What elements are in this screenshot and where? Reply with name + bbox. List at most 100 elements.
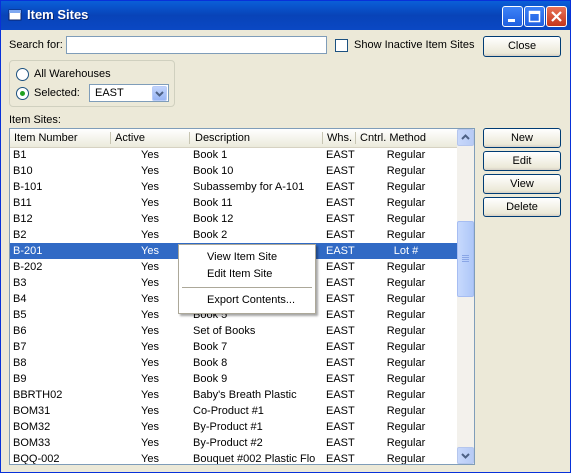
edit-button[interactable]: Edit [483,151,561,171]
maximize-button[interactable] [524,6,545,27]
cell-warehouse: EAST [326,229,355,241]
all-warehouses-label: All Warehouses [34,68,111,80]
cell-control-method: Regular [386,309,426,321]
context-menu-view-item-site[interactable]: View Item Site [179,249,315,266]
table-row[interactable]: B1 Yes Book 1 EAST Regular [10,147,457,163]
maximize-icon [528,10,541,23]
cell-item-number: BOM33 [13,437,51,449]
cell-description: Book 9 [193,373,228,385]
show-inactive-checkbox[interactable] [335,39,348,52]
warehouse-select[interactable]: EAST [89,84,169,102]
table-row[interactable]: B9 Yes Book 9 EAST Regular [10,371,457,387]
column-divider[interactable] [189,132,190,144]
table-row[interactable]: BBRTH02 Yes Baby's Breath Plastic EAST Regul… [10,387,457,403]
vertical-scrollbar[interactable] [457,129,474,464]
delete-button[interactable]: Delete [483,197,561,217]
table-row[interactable]: BOM31 Yes Co-Product #1 EAST Regular [10,403,457,419]
cell-item-number: BQQ-002 [13,453,60,465]
cell-description: Book 2 [193,229,228,241]
view-button[interactable]: View [483,174,561,194]
context-menu: View Item Site Edit Item Site Export Con… [178,244,316,314]
item-sites-label: Item Sites: [9,114,61,126]
dropdown-arrow-button[interactable] [152,86,167,101]
column-header-warehouse[interactable]: Whs. [323,129,355,147]
cell-control-method: Regular [386,373,426,385]
cell-item-number: BBRTH02 [13,389,63,401]
scroll-down-button[interactable] [457,447,474,464]
cell-description: Book 11 [193,197,233,209]
cell-warehouse: EAST [326,373,355,385]
cell-description: Set of Books [193,325,256,337]
cell-item-number: BOM32 [13,421,51,433]
cell-warehouse: EAST [326,453,355,465]
cell-control-method: Regular [386,277,426,289]
context-menu-edit-item-site[interactable]: Edit Item Site [179,266,315,283]
cell-item-number: B1 [13,149,27,161]
cell-control-method: Regular [386,181,426,193]
cell-control-method: Regular [386,341,426,353]
table-row[interactable]: B12 Yes Book 12 EAST Regular [10,211,457,227]
cell-description: Book 8 [193,357,228,369]
chevron-up-icon [461,134,470,140]
table-row[interactable]: B10 Yes Book 10 EAST Regular [10,163,457,179]
show-inactive-label: Show Inactive Item Sites [354,39,475,51]
grip-icon [462,255,469,262]
table-row[interactable]: B-101 Yes Subassemby for A-101 EAST Regular [10,179,457,195]
all-warehouses-radio[interactable] [16,68,29,81]
cell-warehouse: EAST [326,309,355,321]
close-icon [551,11,562,22]
cell-warehouse: EAST [326,165,355,177]
search-label: Search for: [9,39,63,51]
cell-item-number: B9 [13,373,27,385]
minimize-button[interactable] [502,6,523,27]
cell-item-number: B4 [13,293,27,305]
cell-warehouse: EAST [326,245,355,257]
cell-active: Yes [141,165,159,177]
selected-warehouse-radio[interactable] [16,87,29,100]
context-menu-export-contents[interactable]: Export Contents... [179,292,315,309]
close-button[interactable]: Close [483,36,561,57]
new-button[interactable]: New [483,128,561,148]
column-header-description[interactable]: Description [191,129,322,147]
cell-description: Book 10 [193,165,234,177]
cell-item-number: B5 [13,309,27,321]
cell-item-number: B2 [13,229,27,241]
title-bar[interactable]: Item Sites [1,1,570,30]
cell-description: Book 7 [193,341,228,353]
close-window-button[interactable] [546,6,567,27]
column-header-item-number[interactable]: Item Number [10,129,110,147]
search-input[interactable] [66,36,327,54]
cell-control-method: Regular [386,453,426,465]
cell-control-method: Regular [386,389,426,401]
cell-active: Yes [141,373,159,385]
table-row[interactable]: B8 Yes Book 8 EAST Regular [10,355,457,371]
cell-item-number: B10 [13,165,33,177]
selected-warehouse-label: Selected: [34,87,80,99]
column-header-active[interactable]: Active [111,129,189,147]
cell-warehouse: EAST [326,421,355,433]
cell-active: Yes [141,197,159,209]
cell-description: By-Product #1 [193,421,263,433]
cell-warehouse: EAST [326,389,355,401]
table-row[interactable]: B2 Yes Book 2 EAST Regular [10,227,457,243]
cell-warehouse: EAST [326,293,355,305]
table-row[interactable]: BOM33 Yes By-Product #2 EAST Regular [10,435,457,451]
cell-description: Baby's Breath Plastic [193,389,297,401]
cell-description: Bouquet #002 Plastic Flo [193,453,316,465]
table-row[interactable]: B7 Yes Book 7 EAST Regular [10,339,457,355]
window-title: Item Sites [27,7,89,22]
cell-control-method: Regular [386,197,426,209]
table-row[interactable]: BOM32 Yes By-Product #1 EAST Regular [10,419,457,435]
cell-control-method: Regular [386,357,426,369]
table-row[interactable]: B6 Yes Set of Books EAST Regular [10,323,457,339]
column-header-control-method[interactable]: Cntrl. Method [356,129,456,147]
cell-warehouse: EAST [326,181,355,193]
scroll-thumb[interactable] [457,221,474,297]
cell-control-method: Regular [386,229,426,241]
table-row[interactable]: BQQ-002 Yes Bouquet #002 Plastic Flo EAST Re… [10,451,457,465]
scroll-up-button[interactable] [457,129,474,146]
cell-description: By-Product #2 [193,437,263,449]
cell-warehouse: EAST [326,261,355,273]
table-row[interactable]: B11 Yes Book 11 EAST Regular [10,195,457,211]
cell-item-number: B6 [13,325,27,337]
